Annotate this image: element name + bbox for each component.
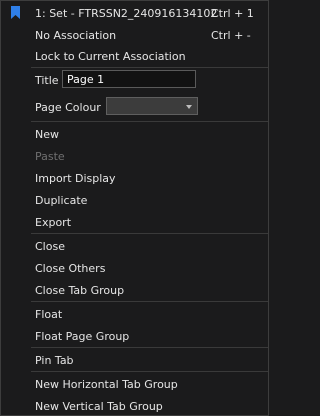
- menu-item-current-association[interactable]: 1: Set - FTRSSN2_240916134102 Ctrl + 1: [1, 3, 268, 23]
- title-label: Title: [35, 73, 59, 87]
- menu-item-close-tab-group[interactable]: Close Tab Group: [1, 280, 268, 300]
- menu-item-no-association[interactable]: No Association Ctrl + -: [1, 25, 268, 45]
- menu-item-export[interactable]: Export: [1, 212, 268, 232]
- menu-item-label: Close: [35, 239, 65, 253]
- menu-item-duplicate[interactable]: Duplicate: [1, 190, 268, 210]
- page-colour-row: Page Colour: [1, 97, 268, 117]
- menu-item-label: No Association: [35, 28, 117, 42]
- menu-item-new-vertical-tab-group[interactable]: New Vertical Tab Group: [1, 396, 268, 416]
- shortcut-label: Ctrl + 1: [211, 6, 254, 20]
- chevron-down-icon: [186, 105, 192, 109]
- menu-item-float[interactable]: Float: [1, 304, 268, 324]
- page-colour-dropdown[interactable]: [106, 97, 198, 115]
- menu-item-label: Close Others: [35, 261, 106, 275]
- menu-item-new[interactable]: New: [1, 124, 268, 144]
- title-row: Title: [1, 70, 268, 90]
- menu-item-label: Import Display: [35, 171, 116, 185]
- shortcut-label: Ctrl + -: [211, 28, 251, 42]
- menu-item-label: Lock to Current Association: [35, 49, 186, 63]
- menu-item-label: Float Page Group: [35, 329, 130, 343]
- menu-item-paste[interactable]: Paste: [1, 146, 268, 166]
- menu-item-label: Pin Tab: [35, 353, 74, 367]
- menu-item-label: Close Tab Group: [35, 283, 125, 297]
- menu-item-label: Paste: [35, 149, 65, 163]
- context-menu: 1: Set - FTRSSN2_240916134102 Ctrl + 1 N…: [0, 0, 269, 416]
- menu-item-pin-tab[interactable]: Pin Tab: [1, 350, 268, 370]
- title-input[interactable]: [62, 70, 196, 88]
- menu-item-label: Float: [35, 307, 63, 321]
- menu-separator: [31, 371, 268, 372]
- menu-item-label: Export: [35, 215, 72, 229]
- menu-item-float-page-group[interactable]: Float Page Group: [1, 326, 268, 346]
- menu-item-close-others[interactable]: Close Others: [1, 258, 268, 278]
- menu-item-import-display[interactable]: Import Display: [1, 168, 268, 188]
- menu-item-label: Duplicate: [35, 193, 88, 207]
- menu-separator: [31, 347, 268, 348]
- menu-item-close[interactable]: Close: [1, 236, 268, 256]
- page-colour-label: Page Colour: [35, 100, 101, 114]
- menu-item-new-horizontal-tab-group[interactable]: New Horizontal Tab Group: [1, 374, 268, 394]
- menu-separator: [31, 121, 268, 122]
- menu-item-label: 1: Set - FTRSSN2_240916134102: [35, 6, 218, 20]
- menu-separator: [31, 67, 268, 68]
- menu-item-lock-to-current-association[interactable]: Lock to Current Association: [1, 46, 268, 66]
- bookmark-icon: [11, 6, 20, 19]
- menu-item-label: New Vertical Tab Group: [35, 399, 163, 413]
- menu-item-label: New Horizontal Tab Group: [35, 377, 178, 391]
- menu-separator: [31, 233, 268, 234]
- menu-separator: [31, 301, 268, 302]
- menu-item-label: New: [35, 127, 59, 141]
